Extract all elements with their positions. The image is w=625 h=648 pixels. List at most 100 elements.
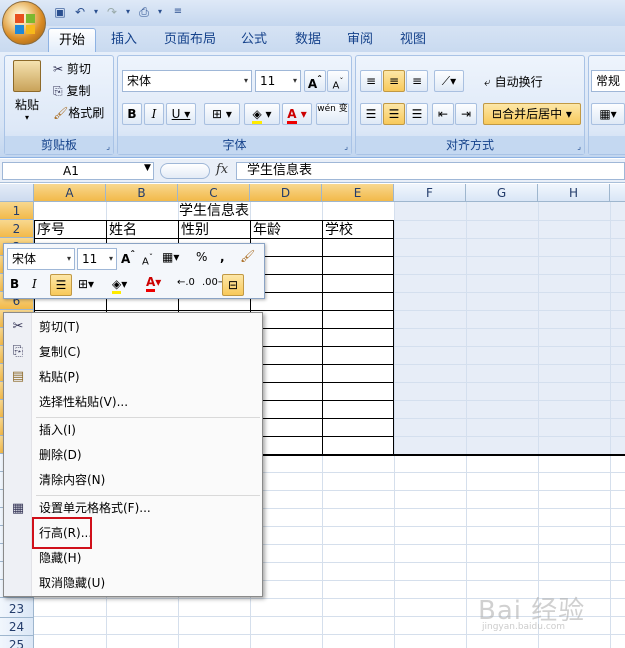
table-title-cell[interactable]: 学生信息表 xyxy=(34,202,394,220)
row-header-23[interactable]: 23 xyxy=(0,600,34,618)
paint-bucket-icon[interactable]: ◈▾ xyxy=(112,277,127,294)
menu-item-paste-special[interactable]: 选择性粘贴(V)... xyxy=(39,391,128,413)
formula-bar-divider[interactable] xyxy=(160,163,210,179)
decrease-indent-icon[interactable]: ⇤ xyxy=(432,103,454,125)
header-cell-index[interactable]: 序号 xyxy=(37,221,65,239)
header-cell-school[interactable]: 学校 xyxy=(325,221,353,239)
font-color-button[interactable]: A ▾ xyxy=(282,103,312,125)
font-size-combo[interactable]: 11 ▾ xyxy=(255,70,301,92)
menu-item-unhide[interactable]: 取消隐藏(U) xyxy=(39,572,105,594)
dialog-launcher-icon[interactable]: ⌟ xyxy=(344,142,348,151)
column-header-f[interactable]: F xyxy=(394,184,466,202)
fill-color-button[interactable]: ◈ ▾ xyxy=(244,103,280,125)
formula-input[interactable]: 学生信息表 xyxy=(236,162,625,180)
border-button[interactable]: ⊞ ▾ xyxy=(204,103,240,125)
undo-icon[interactable]: ↶ xyxy=(72,4,88,20)
header-cell-name[interactable]: 姓名 xyxy=(109,221,137,239)
number-format-combo[interactable]: 常规 xyxy=(591,70,625,92)
header-cell-age[interactable]: 年龄 xyxy=(253,221,281,239)
menu-item-insert[interactable]: 插入(I) xyxy=(39,419,76,441)
row-header-24[interactable]: 24 xyxy=(0,618,34,636)
column-header-a[interactable]: A xyxy=(34,184,106,202)
align-middle-icon[interactable]: ≡ xyxy=(383,70,405,92)
align-top-icon[interactable]: ≡ xyxy=(360,70,382,92)
accounting-format-icon[interactable]: ▦▾ xyxy=(162,250,179,264)
row-header-1[interactable]: 1 xyxy=(0,202,34,220)
menu-item-format-cells[interactable]: 设置单元格格式(F)... xyxy=(39,497,151,519)
scissors-icon: ✂ xyxy=(53,62,64,76)
redo-icon[interactable]: ↷ xyxy=(104,4,120,20)
select-all-button[interactable] xyxy=(0,184,34,202)
print-dropdown-icon[interactable]: ▾ xyxy=(152,4,168,20)
tab-home[interactable]: 开始 xyxy=(48,28,96,52)
header-cell-gender[interactable]: 性别 xyxy=(181,221,209,239)
align-left-icon[interactable]: ☰ xyxy=(360,103,382,125)
tab-insert[interactable]: 插入 xyxy=(104,28,144,52)
tab-data[interactable]: 数据 xyxy=(288,28,328,52)
bold-button[interactable]: B xyxy=(122,103,142,125)
align-bottom-icon[interactable]: ≡ xyxy=(406,70,428,92)
italic-button[interactable]: I xyxy=(144,103,164,125)
merge-icon[interactable]: ⊟ xyxy=(222,274,244,296)
comma-button[interactable]: , xyxy=(220,250,225,264)
undo-dropdown-icon[interactable]: ▾ xyxy=(88,4,104,20)
align-right-icon[interactable]: ☰ xyxy=(406,103,428,125)
format-painter-button[interactable]: 🖌格式刷 xyxy=(53,104,104,122)
mini-size-combo[interactable]: 11 ▾ xyxy=(77,248,117,270)
paste-button[interactable]: 粘贴 ▾ xyxy=(11,60,43,122)
shrink-font-icon[interactable]: Aˇ xyxy=(327,70,349,92)
name-box[interactable]: A1 xyxy=(2,162,154,180)
redo-dropdown-icon[interactable]: ▾ xyxy=(120,4,136,20)
menu-item-paste[interactable]: 粘贴(P) xyxy=(39,366,80,388)
dialog-launcher-icon[interactable]: ⌟ xyxy=(577,142,581,151)
wrap-text-button[interactable]: ⤶ 自动换行 xyxy=(484,72,543,92)
mini-font-combo[interactable]: 宋体 ▾ xyxy=(7,248,75,270)
font-name-combo[interactable]: 宋体 ▾ xyxy=(122,70,252,92)
column-header-d[interactable]: D xyxy=(250,184,322,202)
menu-item-hide[interactable]: 隐藏(H) xyxy=(39,547,81,569)
align-center-icon[interactable]: ☰ xyxy=(383,103,405,125)
insert-function-icon[interactable]: fx xyxy=(216,162,228,177)
menu-item-delete[interactable]: 删除(D) xyxy=(39,444,82,466)
underline-button[interactable]: U ▾ xyxy=(166,103,196,125)
print-icon[interactable]: ⎙ xyxy=(136,4,152,20)
tab-view[interactable]: 视图 xyxy=(393,28,433,52)
align-center-icon[interactable]: ☰ xyxy=(50,274,72,296)
font-color-icon[interactable]: A▾ xyxy=(146,275,161,292)
mini-bold-button[interactable]: B xyxy=(10,277,19,291)
brush-icon[interactable]: 🖌 xyxy=(240,249,255,263)
column-header-e[interactable]: E xyxy=(322,184,394,202)
customize-quick-access-icon[interactable]: ≡ xyxy=(170,4,186,20)
shrink-font-icon[interactable]: Aˇ xyxy=(142,252,153,267)
column-header-h[interactable]: H xyxy=(538,184,610,202)
tab-page-layout[interactable]: 页面布局 xyxy=(158,28,222,52)
percent-button[interactable]: % xyxy=(196,250,207,264)
name-box-dropdown-icon[interactable]: ▼ xyxy=(144,163,151,173)
cut-button[interactable]: ✂ 剪切 xyxy=(53,60,91,78)
currency-icon[interactable]: ▦▾ xyxy=(591,103,625,125)
menu-item-clear-contents[interactable]: 清除内容(N) xyxy=(39,469,105,491)
row-header-2[interactable]: 2 xyxy=(0,220,34,238)
increase-indent-icon[interactable]: ⇥ xyxy=(455,103,477,125)
orientation-icon[interactable]: ⟋▾ xyxy=(434,70,464,92)
office-button[interactable] xyxy=(2,1,46,45)
clipboard-group-label: 剪贴板 xyxy=(5,136,113,154)
column-header-g[interactable]: G xyxy=(466,184,538,202)
dialog-launcher-icon[interactable]: ⌟ xyxy=(106,142,110,151)
copy-button[interactable]: ⎘ 复制 xyxy=(53,82,90,100)
increase-decimal-icon[interactable]: ←.0 xyxy=(177,277,195,288)
phonetic-button[interactable]: wén 变 xyxy=(316,103,349,125)
menu-item-cut[interactable]: 剪切(T) xyxy=(39,316,80,338)
save-icon[interactable]: ▣ xyxy=(52,4,68,20)
grow-font-icon[interactable]: Aˆ xyxy=(304,70,326,92)
mini-italic-button[interactable]: I xyxy=(32,277,37,291)
grow-font-icon[interactable]: Aˆ xyxy=(121,250,135,266)
row-header-25[interactable]: 25 xyxy=(0,636,34,648)
column-header-b[interactable]: B xyxy=(106,184,178,202)
menu-item-copy[interactable]: 复制(C) xyxy=(39,341,81,363)
column-header-c[interactable]: C xyxy=(178,184,250,202)
tab-review[interactable]: 审阅 xyxy=(340,28,380,52)
border-icon[interactable]: ⊞▾ xyxy=(78,277,94,291)
tab-formulas[interactable]: 公式 xyxy=(234,28,274,52)
merge-center-button[interactable]: ⊟合并后居中 ▾ xyxy=(483,103,581,125)
